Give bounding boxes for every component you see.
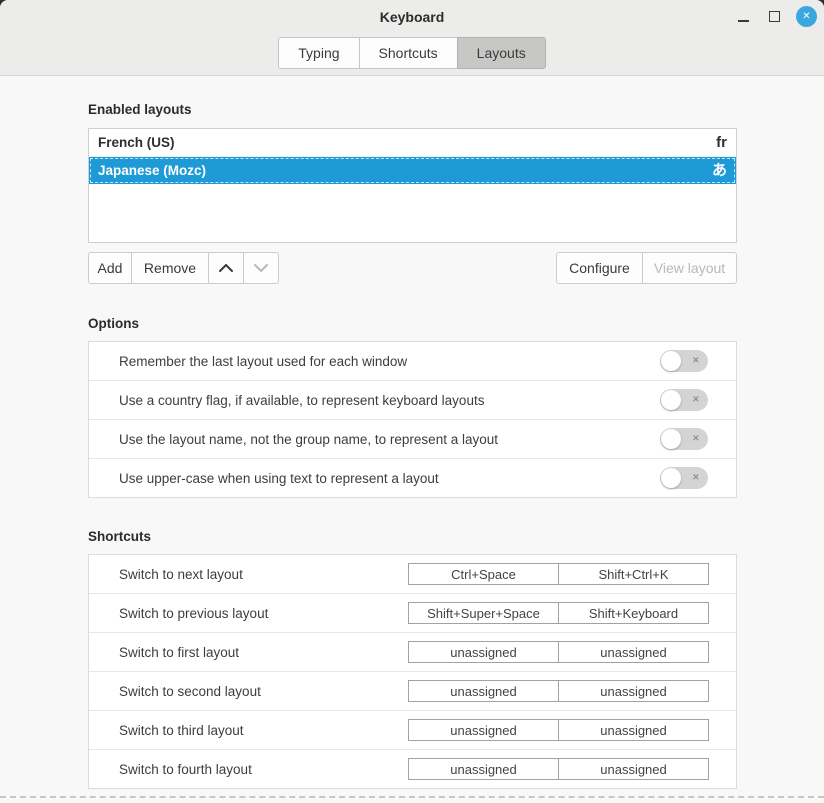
configure-label: Configure bbox=[569, 260, 630, 276]
layout-row-japanese[interactable]: Japanese (Mozc) あ bbox=[89, 157, 736, 184]
toggle-off-icon: × bbox=[693, 394, 699, 405]
enabled-layouts-heading: Enabled layouts bbox=[88, 76, 737, 117]
shortcut-bindings: Shift+Super+Space Shift+Keyboard bbox=[408, 602, 709, 624]
option-label: Use upper-case when using text to repres… bbox=[119, 471, 439, 486]
close-icon: ✕ bbox=[802, 11, 810, 22]
maximize-icon bbox=[769, 11, 780, 22]
move-layout-down-button[interactable] bbox=[243, 252, 279, 284]
close-button[interactable]: ✕ bbox=[796, 6, 817, 27]
window-title: Keyboard bbox=[380, 9, 445, 25]
enabled-layouts-list: French (US) fr Japanese (Mozc) あ bbox=[88, 128, 737, 243]
shortcut-row-fourth-layout: Switch to fourth layout unassigned unass… bbox=[89, 750, 736, 788]
tab-strip: Typing Shortcuts Layouts bbox=[0, 33, 824, 69]
remember-layout-toggle[interactable]: × bbox=[660, 350, 708, 372]
move-layout-up-button[interactable] bbox=[208, 252, 244, 284]
layouts-page: Enabled layouts French (US) fr Japanese … bbox=[88, 76, 737, 789]
binding-cell-2[interactable]: unassigned bbox=[558, 719, 709, 741]
option-label: Remember the last layout used for each w… bbox=[119, 354, 407, 369]
option-row-remember-layout: Remember the last layout used for each w… bbox=[89, 342, 736, 381]
option-label: Use the layout name, not the group name,… bbox=[119, 432, 498, 447]
shortcut-label: Switch to first layout bbox=[119, 645, 239, 660]
toggle-knob bbox=[661, 429, 681, 449]
toggle-off-icon: × bbox=[693, 433, 699, 444]
binding-cell-2[interactable]: Shift+Keyboard bbox=[558, 602, 709, 624]
chevron-up-icon bbox=[219, 264, 233, 272]
option-row-country-flag: Use a country flag, if available, to rep… bbox=[89, 381, 736, 420]
tab-shortcuts-label: Shortcuts bbox=[379, 45, 438, 61]
remove-label: Remove bbox=[144, 260, 196, 276]
tab-layouts-label: Layouts bbox=[477, 45, 526, 61]
add-label: Add bbox=[98, 260, 123, 276]
binding-cell-1[interactable]: Ctrl+Space bbox=[408, 563, 559, 585]
add-layout-button[interactable]: Add bbox=[88, 252, 132, 284]
view-layout-label: View layout bbox=[654, 260, 725, 276]
binding-cell-1[interactable]: unassigned bbox=[408, 641, 559, 663]
binding-cell-1[interactable]: unassigned bbox=[408, 680, 559, 702]
toggle-knob bbox=[661, 390, 681, 410]
option-label: Use a country flag, if available, to rep… bbox=[119, 393, 484, 408]
layout-name-toggle[interactable]: × bbox=[660, 428, 708, 450]
country-flag-toggle[interactable]: × bbox=[660, 389, 708, 411]
options-heading: Options bbox=[88, 316, 737, 331]
titlebar[interactable]: Keyboard ✕ bbox=[0, 0, 824, 33]
shortcut-row-first-layout: Switch to first layout unassigned unassi… bbox=[89, 633, 736, 672]
window-chrome: Keyboard ✕ Typing Shortcuts Lay bbox=[0, 0, 824, 76]
shortcut-bindings: Ctrl+Space Shift+Ctrl+K bbox=[408, 563, 709, 585]
binding-cell-2[interactable]: unassigned bbox=[558, 680, 709, 702]
window-resize-edge[interactable] bbox=[0, 796, 824, 798]
layout-indicator-fr: fr bbox=[716, 135, 727, 150]
option-row-layout-name: Use the layout name, not the group name,… bbox=[89, 420, 736, 459]
layout-name: French (US) bbox=[98, 135, 175, 150]
shortcut-row-previous-layout: Switch to previous layout Shift+Super+Sp… bbox=[89, 594, 736, 633]
shortcut-row-second-layout: Switch to second layout unassigned unass… bbox=[89, 672, 736, 711]
binding-cell-1[interactable]: unassigned bbox=[408, 758, 559, 780]
layout-actions: Add Remove Configure View layout bbox=[88, 252, 737, 284]
options-panel: Remember the last layout used for each w… bbox=[88, 341, 737, 498]
window-controls: ✕ bbox=[734, 0, 817, 33]
shortcut-label: Switch to third layout bbox=[119, 723, 244, 738]
binding-cell-2[interactable]: unassigned bbox=[558, 758, 709, 780]
shortcut-row-next-layout: Switch to next layout Ctrl+Space Shift+C… bbox=[89, 555, 736, 594]
view-layout-button[interactable]: View layout bbox=[642, 252, 737, 284]
tab-typing[interactable]: Typing bbox=[278, 37, 359, 69]
minimize-icon bbox=[738, 20, 749, 22]
shortcuts-heading: Shortcuts bbox=[88, 529, 737, 544]
shortcut-row-third-layout: Switch to third layout unassigned unassi… bbox=[89, 711, 736, 750]
option-row-upper-case: Use upper-case when using text to repres… bbox=[89, 459, 736, 497]
toggle-knob bbox=[661, 351, 681, 371]
maximize-button[interactable] bbox=[765, 8, 783, 26]
binding-cell-1[interactable]: Shift+Super+Space bbox=[408, 602, 559, 624]
remove-layout-button[interactable]: Remove bbox=[131, 252, 209, 284]
toggle-off-icon: × bbox=[693, 355, 699, 366]
toggle-knob bbox=[661, 468, 681, 488]
layout-row-french[interactable]: French (US) fr bbox=[89, 129, 736, 157]
tab-shortcuts[interactable]: Shortcuts bbox=[359, 37, 458, 69]
configure-button[interactable]: Configure bbox=[556, 252, 643, 284]
upper-case-toggle[interactable]: × bbox=[660, 467, 708, 489]
layout-name: Japanese (Mozc) bbox=[98, 163, 206, 178]
shortcut-bindings: unassigned unassigned bbox=[408, 680, 709, 702]
shortcut-label: Switch to fourth layout bbox=[119, 762, 252, 777]
shortcuts-panel: Switch to next layout Ctrl+Space Shift+C… bbox=[88, 554, 737, 789]
binding-cell-1[interactable]: unassigned bbox=[408, 719, 559, 741]
minimize-button[interactable] bbox=[734, 8, 752, 26]
shortcut-bindings: unassigned unassigned bbox=[408, 641, 709, 663]
layout-indicator-ja: あ bbox=[712, 163, 727, 178]
chevron-down-icon bbox=[254, 264, 268, 272]
binding-cell-2[interactable]: unassigned bbox=[558, 641, 709, 663]
tab-typing-label: Typing bbox=[298, 45, 339, 61]
shortcut-label: Switch to previous layout bbox=[119, 606, 268, 621]
shortcut-label: Switch to second layout bbox=[119, 684, 261, 699]
tab-layouts[interactable]: Layouts bbox=[457, 37, 546, 69]
shortcut-bindings: unassigned unassigned bbox=[408, 758, 709, 780]
shortcut-label: Switch to next layout bbox=[119, 567, 243, 582]
toggle-off-icon: × bbox=[693, 472, 699, 483]
keyboard-settings-window: Keyboard ✕ Typing Shortcuts Lay bbox=[0, 0, 824, 803]
binding-cell-2[interactable]: Shift+Ctrl+K bbox=[558, 563, 709, 585]
shortcut-bindings: unassigned unassigned bbox=[408, 719, 709, 741]
